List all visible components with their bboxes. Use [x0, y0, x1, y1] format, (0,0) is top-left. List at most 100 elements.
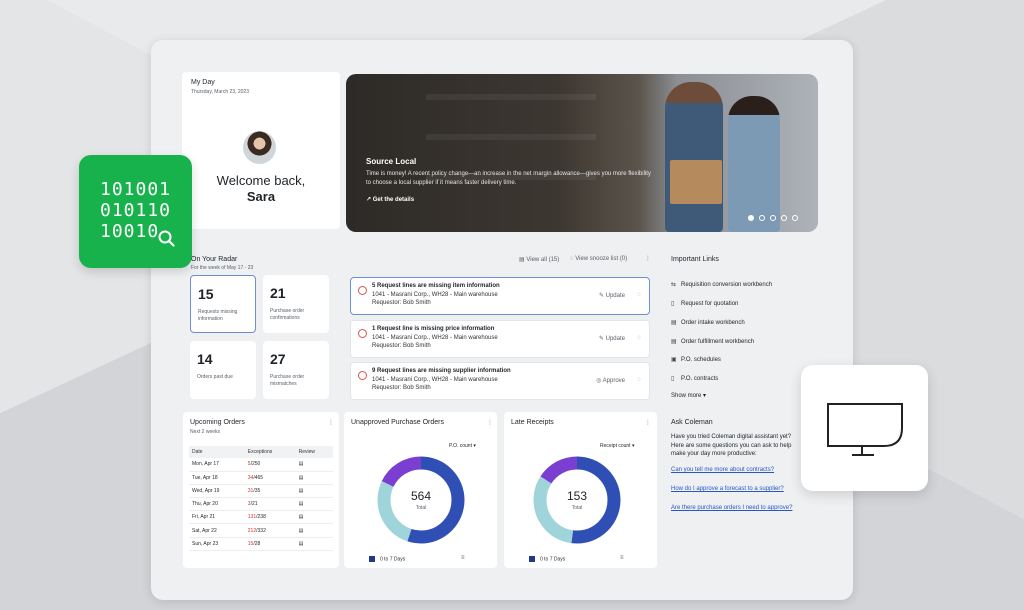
late-receipts-title: Late Receipts — [511, 419, 554, 426]
more-options-icon[interactable]: ⋮ — [487, 419, 493, 426]
stat-card[interactable]: 14 Orders past due — [190, 341, 256, 399]
review-icon[interactable]: ▤ — [295, 484, 333, 499]
update-button[interactable]: ✎ Update — [599, 292, 625, 299]
coleman-question-link[interactable]: Are there purchase orders I need to appr… — [671, 505, 792, 511]
carousel-dot[interactable] — [748, 215, 754, 221]
row-exceptions: 15/28 — [244, 537, 296, 551]
more-options-icon[interactable]: ⋮ — [645, 419, 651, 426]
coleman-question-link[interactable]: How do I approve a forecast to a supplie… — [671, 486, 784, 492]
request-item[interactable]: 1 Request line is missing price informat… — [350, 320, 650, 358]
carousel-dot[interactable] — [781, 215, 787, 221]
hero-link[interactable]: ↗ Get the details — [366, 196, 414, 203]
link-order-fulfillment[interactable]: ▤ Order fulfillment workbench — [671, 338, 754, 345]
edit-icon: ✎ — [598, 293, 606, 299]
important-links-title: Important Links — [671, 256, 719, 263]
table-row[interactable]: Mon, Apr 17 5/250 ▤ — [189, 458, 333, 472]
alert-icon — [358, 286, 367, 295]
review-icon[interactable]: ▤ — [295, 523, 333, 538]
view-snooze-link[interactable]: ◌ View snooze list (0) — [570, 256, 627, 262]
magnifier-icon — [158, 230, 175, 247]
upcoming-orders-table: Date Exceptions Review Mon, Apr 17 5/250 ▤… — [189, 446, 333, 551]
table-row[interactable]: Sun, Apr 23 15/28 ▤ — [189, 537, 333, 551]
unapproved-po-title: Unapproved Purchase Orders — [351, 419, 444, 426]
calendar-icon: ▣ — [671, 357, 677, 363]
link-request-for-quotation[interactable]: ▯ Request for quotation — [671, 300, 738, 307]
legend-label: 0 to 7 Days — [380, 556, 406, 563]
link-order-intake[interactable]: ▤ Order intake workbench — [671, 319, 745, 326]
approve-button[interactable]: ◎ Approve — [596, 377, 625, 384]
review-icon[interactable]: ▤ — [295, 458, 333, 472]
table-row[interactable]: Wed, Apr 19 31/35 ▤ — [189, 484, 333, 499]
show-more-button[interactable]: Show more ▾ — [671, 392, 706, 399]
avatar[interactable] — [243, 131, 276, 164]
edit-icon: ✎ — [598, 336, 606, 342]
table-row[interactable]: Thu, Apr 20 3/21 ▤ — [189, 497, 333, 512]
request-location: 1041 - Masrani Corp., WH28 - Main wareho… — [372, 377, 498, 383]
view-all-link[interactable]: ▤ View all (15) — [519, 256, 559, 263]
legend-swatch — [529, 556, 535, 562]
document-icon: ▯ — [671, 301, 675, 307]
request-item[interactable]: 9 Request lines are missing supplier inf… — [350, 362, 650, 400]
link-label: P.O. contracts — [681, 376, 719, 382]
carousel-dot[interactable] — [792, 215, 798, 221]
carousel-dot[interactable] — [770, 215, 776, 221]
row-date: Tue, Apr 18 — [189, 471, 245, 485]
table-row[interactable]: Tue, Apr 18 34/465 ▤ — [189, 471, 333, 485]
review-icon[interactable]: ▤ — [295, 510, 333, 525]
my-day-date: Thursday, March 23, 2023 — [191, 89, 249, 95]
table-row[interactable]: Fri, Apr 21 131/238 ▤ — [189, 510, 333, 525]
bell-icon[interactable]: ◌ — [637, 335, 641, 341]
welcome-label: Welcome back, — [216, 173, 306, 188]
chart-legend: 0 to 7 Days — [529, 556, 565, 562]
row-exceptions: 34/465 — [244, 471, 296, 485]
more-options-icon[interactable]: ⋮ — [645, 255, 651, 262]
stat-card[interactable]: 15 Requests missing information — [190, 275, 256, 333]
upcoming-orders-title: Upcoming Orders — [190, 419, 245, 426]
row-date: Mon, Apr 17 — [189, 458, 245, 472]
more-options-icon[interactable]: ⋮ — [328, 419, 334, 426]
update-button[interactable]: ✎ Update — [599, 335, 625, 342]
row-exceptions: 212/332 — [244, 523, 296, 538]
list-view-icon[interactable]: ≡ — [620, 555, 624, 561]
row-exceptions: 3/21 — [244, 497, 296, 512]
external-link-icon: ↗ — [366, 197, 373, 203]
request-item[interactable]: 5 Request lines are missing item informa… — [350, 277, 650, 315]
column-header: Exceptions — [244, 446, 296, 458]
stat-card[interactable]: 27 Purchase order mismatches — [263, 341, 329, 399]
carousel-dots[interactable] — [748, 215, 798, 221]
binary-line: 10010 — [100, 221, 160, 242]
bell-icon[interactable]: ◌ — [637, 377, 641, 383]
link-label: Order intake workbench — [681, 320, 745, 326]
link-po-schedules[interactable]: ▣ P.O. schedules — [671, 356, 721, 363]
table-row[interactable]: Sat, Apr 22 212/332 ▤ — [189, 523, 333, 538]
row-date: Sun, Apr 23 — [189, 537, 245, 551]
donut-total-value: 153 — [566, 489, 588, 503]
bell-icon[interactable]: ◌ — [637, 292, 641, 298]
request-requestor: Requestor: Bob Smith — [372, 300, 431, 306]
coleman-question-link[interactable]: Can you tell me more about contracts? — [671, 467, 774, 473]
review-icon[interactable]: ▤ — [295, 537, 333, 551]
hero-text: Time is money! A recent policy change—an… — [366, 171, 651, 186]
po-count-dropdown[interactable]: P.O. count ▾ — [449, 443, 476, 449]
link-po-contracts[interactable]: ▯ P.O. contracts — [671, 375, 718, 382]
stat-value: 15 — [198, 286, 214, 302]
hero-photo-box — [670, 160, 722, 204]
review-icon[interactable]: ▤ — [295, 471, 333, 485]
list-view-icon[interactable]: ≡ — [461, 555, 465, 561]
link-requisition-conversion[interactable]: ⇆ Requisition conversion workbench — [671, 281, 772, 288]
total-count: /250 — [250, 461, 261, 468]
action-label: Update — [605, 336, 625, 342]
review-icon[interactable]: ▤ — [295, 497, 333, 512]
total-count: /21 — [250, 501, 258, 508]
stat-card[interactable]: 21 Purchase order confirmations — [263, 275, 329, 333]
exception-count: 131 — [247, 514, 257, 521]
total-count: /35 — [253, 487, 261, 494]
chart-legend: 0 to 7 Days — [369, 556, 405, 562]
row-date: Fri, Apr 21 — [189, 510, 245, 525]
ask-coleman-title: Ask Coleman — [671, 419, 713, 426]
receipt-count-dropdown[interactable]: Receipt count ▾ — [600, 443, 634, 449]
convert-icon: ⇆ — [671, 282, 677, 288]
stat-value: 27 — [270, 351, 286, 367]
carousel-dot[interactable] — [759, 215, 765, 221]
request-title: 1 Request line is missing price informat… — [372, 326, 495, 332]
